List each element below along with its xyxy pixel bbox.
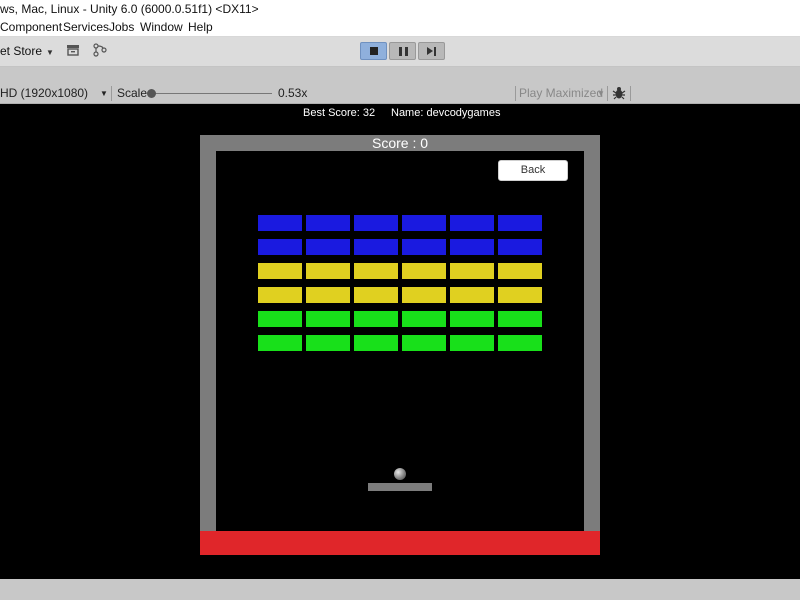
pause-button[interactable] [389,42,416,60]
brick-yellow [498,263,542,279]
brick-green [354,335,398,351]
window-title-bar: ws, Mac, Linux - Unity 6.0 (6000.0.51f1)… [0,0,800,19]
divider [630,86,631,101]
brick-yellow [450,263,494,279]
game-view-toolbar: HD (1920x1080) ▼ Scale 0.53x Play Maximi… [0,84,800,104]
brick-blue [258,239,302,255]
brick-yellow [402,287,446,303]
bug-icon[interactable] [612,86,626,100]
asset-store-dropdown[interactable]: et Store ▼ [0,44,54,58]
step-button[interactable] [418,42,445,60]
stop-icon [370,47,378,55]
brick-blue [354,239,398,255]
menu-services[interactable]: Services [63,19,109,36]
scale-slider-track[interactable] [151,93,272,94]
brick-green [498,311,542,327]
scale-value: 0.53x [278,86,308,100]
chevron-down-icon: ▼ [100,89,108,98]
brick-blue [498,239,542,255]
paddle[interactable] [368,483,432,491]
status-bar [0,579,800,600]
menu-bar: Component Services Jobs Window Help [0,19,800,37]
brick-green [402,335,446,351]
divider [111,86,112,101]
menu-window[interactable]: Window [140,19,183,36]
brick-yellow [306,287,350,303]
chevron-down-icon: ▼ [597,89,605,98]
brick-yellow [306,263,350,279]
archive-icon[interactable] [65,43,81,59]
menu-jobs[interactable]: Jobs [109,19,134,36]
brick-blue [450,215,494,231]
game-view[interactable]: Best Score: 32 Name: devcodygames Score … [0,104,800,579]
chevron-down-icon: ▼ [46,48,54,57]
brick-blue [402,215,446,231]
scale-label: Scale [117,86,148,100]
brick-yellow [258,287,302,303]
brick-green [402,311,446,327]
floor-hazard [200,531,600,555]
brick-blue [402,239,446,255]
left-wall [200,151,216,531]
version-control-icon[interactable] [92,43,108,59]
brick-blue [258,215,302,231]
brick-green [354,311,398,327]
brick-blue [450,239,494,255]
right-wall [584,151,600,531]
window-title: ws, Mac, Linux - Unity 6.0 (6000.0.51f1)… [0,2,259,16]
back-button[interactable]: Back [498,160,568,181]
brick-green [450,335,494,351]
brick-blue [354,215,398,231]
divider [515,86,516,101]
asset-store-label: et Store [0,44,43,58]
play-maximized-dropdown[interactable]: Play Maximized [519,84,603,103]
brick-green [450,311,494,327]
divider [607,86,608,101]
brick-yellow [354,287,398,303]
brick-yellow [258,263,302,279]
brick-yellow [450,287,494,303]
scale-slider-handle[interactable] [147,89,156,98]
stop-button[interactable] [360,42,387,60]
menu-component[interactable]: Component [0,19,62,36]
ball [394,468,406,480]
score-text: Score : 0 [371,135,429,151]
brick-green [498,335,542,351]
brick-blue [306,239,350,255]
player-name: Name: devcodygames [391,107,501,119]
brick-green [306,311,350,327]
brick-green [306,335,350,351]
brick-blue [306,215,350,231]
menu-help[interactable]: Help [188,19,213,36]
brick-yellow [402,263,446,279]
brick-green [258,335,302,351]
brick-yellow [498,287,542,303]
brick-green [258,311,302,327]
best-score: Best Score: 32 [303,107,376,119]
brick-yellow [354,263,398,279]
brick-blue [498,215,542,231]
resolution-dropdown[interactable]: HD (1920x1080) [0,84,88,103]
